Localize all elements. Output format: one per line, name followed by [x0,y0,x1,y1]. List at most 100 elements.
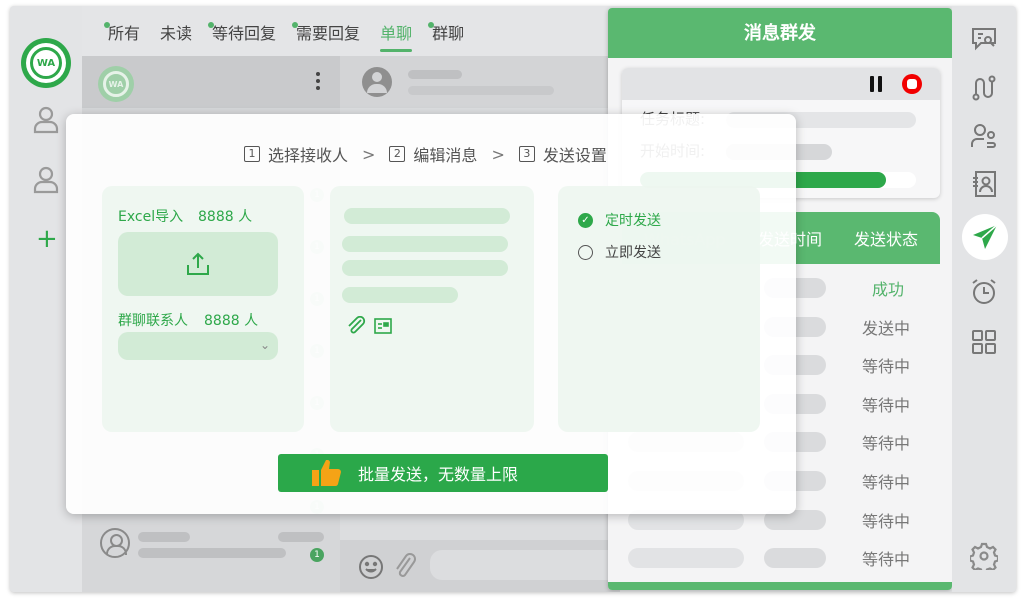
chevron-down-icon: ⌄ [259,338,270,352]
tab-dot [104,22,110,28]
filter-tabs: 所有 未读 等待回复 需要回复 单聊 群聊 [98,20,474,52]
step-separator: > [362,144,376,164]
send-status-cell: 成功 [872,280,905,299]
bulk-send-wizard: 1 选择接收人 > 2 编辑消息 > 3 发送设置 Excel导入 8888 人… [66,114,796,514]
profile-logo[interactable]: WA [98,66,134,102]
step-3-label[interactable]: 发送设置 [543,142,607,166]
message-line-placeholder [344,208,510,224]
step-separator: > [491,144,505,164]
tab-label: 等待回复 [212,24,277,43]
send-status-cell: 等待中 [862,357,911,377]
logo-ring: WA [26,43,66,83]
radio-checked-icon: ✓ [578,212,593,228]
contact-name-placeholder [408,70,462,79]
tab-awaiting-reply[interactable]: 等待回复 [202,20,286,52]
send-status-cell: 发送中 [862,318,911,338]
send-status-cell: 等待中 [862,395,911,415]
time-placeholder [278,532,324,542]
chat-list-header: WA [82,56,340,108]
tab-label: 单聊 [380,24,413,43]
list-item[interactable]: 1 [82,518,340,568]
cta-label: 批量发送，无数量上限 [358,465,519,484]
excel-import-label: Excel导入 [118,209,184,225]
tab-group-chat[interactable]: 群聊 [422,20,474,52]
send-status-cell: 等待中 [862,550,911,570]
apps-grid-icon[interactable] [970,328,998,356]
thumbs-up-icon [312,460,341,486]
tab-label: 需要回复 [296,24,361,43]
bulk-panel-footer [608,582,952,590]
option-label: 立即发送 [605,245,661,261]
stop-icon[interactable] [902,74,922,94]
send-status-cell: 等待中 [862,473,911,492]
message-line-placeholder [342,260,508,276]
recipients-card: Excel导入 8888 人 群聊联系人 8888 人 ⌄ [102,186,304,432]
group-contacts-label: 群聊联系人 [118,313,188,329]
add-account-icon[interactable]: + [36,226,58,252]
pause-icon[interactable] [870,76,882,92]
bulk-panel-title: 消息群发 [608,8,952,58]
name-placeholder [138,532,190,542]
whatsapp-cell-placeholder [628,548,744,569]
chat-header [340,56,620,108]
message-editor-card [330,186,534,432]
tab-all[interactable]: 所有 [98,20,150,52]
chat-search-icon[interactable] [970,26,998,54]
send-status-cell: 等待中 [862,434,911,454]
account-icon-2[interactable] [30,164,62,196]
attach-file-icon[interactable] [346,316,366,336]
task-toolbar [622,68,940,100]
logo-text: WA [30,47,62,79]
step-2-number: 2 [389,146,406,162]
settings-gear-icon[interactable] [970,542,998,570]
alarm-clock-icon[interactable] [970,278,998,306]
account-icon[interactable] [30,104,62,136]
col-send-status: 发送状态 [854,230,919,249]
group-contacts-count: 8888 人 [204,313,259,329]
profile-logo-text: WA [103,71,129,97]
step-3-number: 3 [518,146,535,162]
send-time-cell-placeholder [764,548,826,569]
more-options-icon[interactable] [316,72,320,93]
send-settings-card: ✓ 定时发送 立即发送 [558,186,760,432]
attachment-icon[interactable] [392,552,418,582]
upload-icon [187,252,209,275]
message-line-placeholder [342,236,508,252]
bulk-send-cta-button[interactable]: 批量发送，无数量上限 [278,454,608,492]
wa-logo[interactable]: WA [21,38,71,88]
address-book-icon[interactable] [970,170,998,198]
tab-dot [292,22,299,28]
option-immediate-send[interactable]: 立即发送 [578,242,661,262]
tab-dot [208,22,215,28]
step-1-label[interactable]: 选择接收人 [268,142,348,166]
app-window: WA + 所有 未读 等待回复 需要回复 单聊 群聊 WA 1 1111111 [10,6,1016,592]
message-input[interactable] [430,550,620,580]
tab-unread[interactable]: 未读 [150,20,202,52]
tab-needs-reply[interactable]: 需要回复 [286,20,370,52]
chat-composer [340,540,620,592]
tab-label: 群聊 [432,24,465,43]
emoji-icon[interactable] [358,554,384,580]
route-icon[interactable] [970,74,998,102]
excel-import-count: 8888 人 [198,209,253,225]
step-1-number: 1 [244,146,260,162]
paper-plane-icon [973,224,998,249]
group-contacts-select[interactable]: ⌄ [118,332,278,360]
radio-unchecked-icon [578,244,593,260]
preview-placeholder [138,548,286,558]
contacts-icon[interactable] [970,122,998,150]
message-line-placeholder [342,287,458,303]
option-scheduled-send[interactable]: ✓ 定时发送 [578,210,661,230]
status-table-row: 等待中 [622,536,940,574]
contact-status-placeholder [408,86,554,95]
tab-single-chat[interactable]: 单聊 [370,20,422,52]
contact-avatar-icon[interactable] [362,67,392,97]
option-label: 定时发送 [605,213,661,229]
unread-badge: 1 [310,548,324,562]
excel-upload-button[interactable] [118,232,278,296]
tab-label: 所有 [108,24,141,43]
contact-card-icon[interactable] [374,318,392,334]
step-2-label[interactable]: 编辑消息 [413,142,477,166]
right-rail [952,6,1016,592]
bulk-send-nav-button[interactable] [962,214,1008,260]
